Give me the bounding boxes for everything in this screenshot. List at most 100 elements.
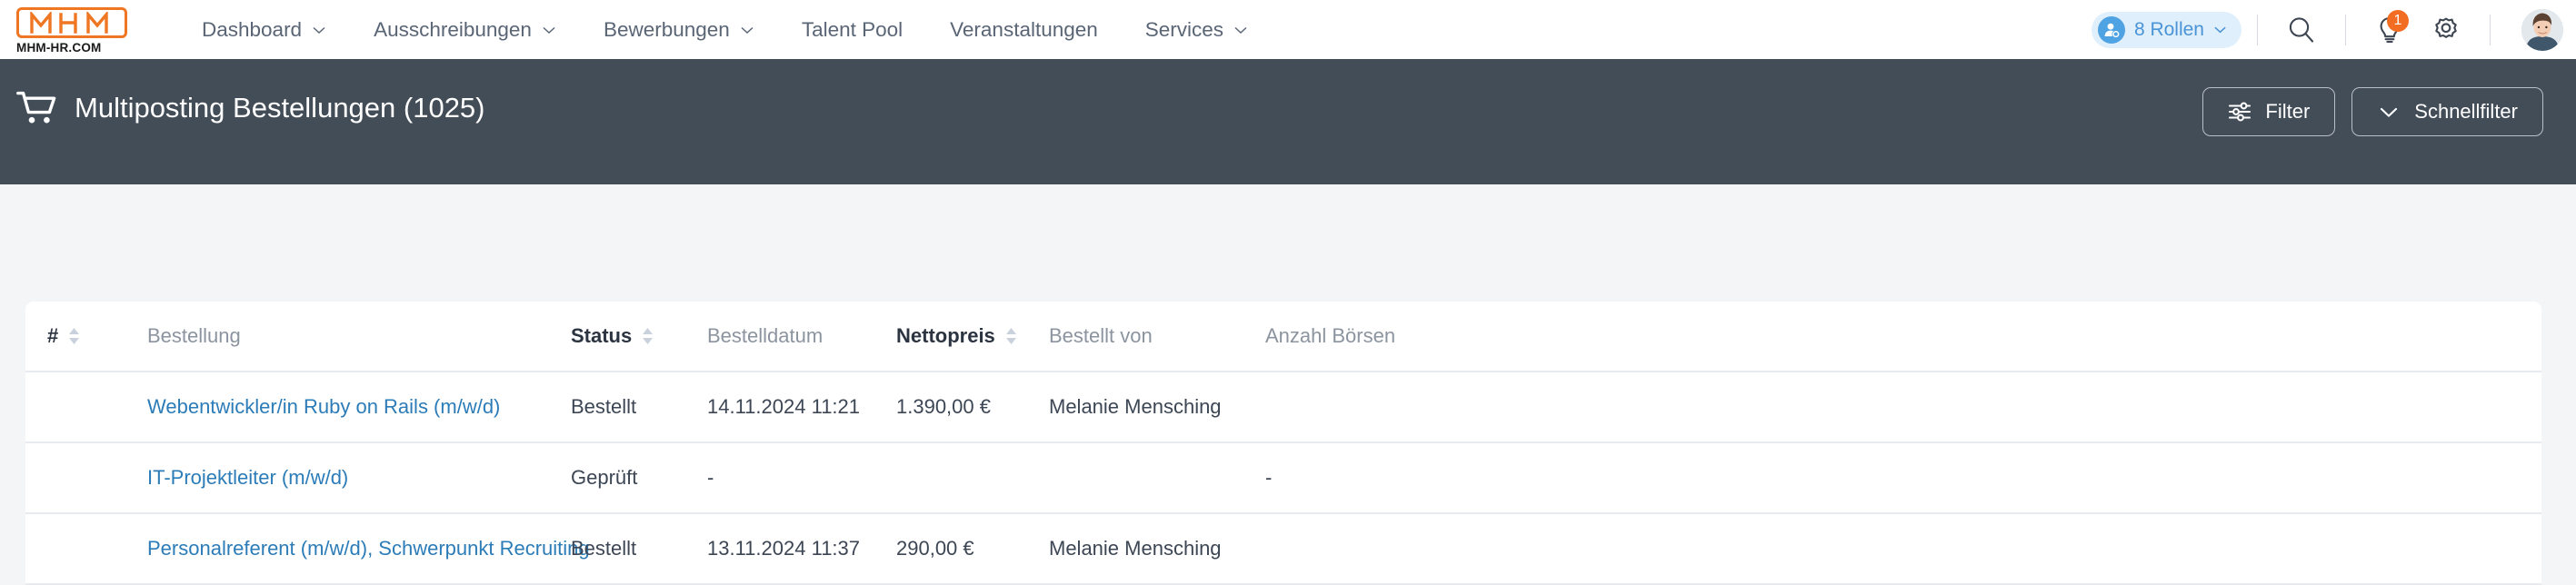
user-roles-icon: [2097, 15, 2125, 44]
avatar-photo-icon: [2521, 8, 2563, 51]
orders-table: # Bestellung Status Bestelldatum Nettopr…: [25, 302, 2541, 585]
column-header-nettopreis[interactable]: Nettopreis: [896, 302, 1049, 372]
column-header-label: Nettopreis: [896, 324, 995, 347]
chevron-down-icon: [313, 26, 325, 34]
cell-nettopreis: 1.390,00 €: [896, 372, 1049, 443]
search-icon: [2289, 16, 2314, 43]
nav-item-label: Ausschreibungen: [374, 17, 532, 41]
ideas-button[interactable]: 1: [2370, 9, 2410, 50]
nav-right-actions: 8 Rollen 1: [2091, 0, 2563, 59]
cell-nettopreis: 290,00 €: [896, 513, 1049, 585]
sort-arrows-icon: [69, 328, 80, 344]
brand-logo[interactable]: MHM-HR.COM: [16, 7, 129, 55]
cell-status: Bestellt: [571, 513, 707, 585]
column-header-label: #: [47, 324, 59, 347]
orders-table-card: # Bestellung Status Bestelldatum Nettopr…: [25, 302, 2541, 585]
column-header-anzahl-boersen[interactable]: Anzahl Börsen: [1265, 302, 1502, 372]
mhm-logo-mark: [16, 7, 127, 38]
nav-item-label: Services: [1144, 17, 1224, 41]
chevron-down-icon: [2214, 26, 2226, 34]
cell-number: [25, 372, 87, 443]
quickfilter-button[interactable]: Schnellfilter: [2351, 87, 2543, 136]
cell-status: Bestellt: [571, 372, 707, 443]
nav-item-bewerbungen[interactable]: Bewerbungen: [580, 0, 778, 59]
roles-selector[interactable]: 8 Rollen: [2091, 11, 2242, 48]
column-header-bestellung[interactable]: Bestellung: [87, 302, 571, 372]
cell-number: [25, 442, 87, 514]
settings-button[interactable]: [2426, 10, 2466, 50]
notification-badge: 1: [2387, 9, 2409, 32]
top-navigation-bar: MHM-HR.COM Dashboard Ausschreibungen Bew…: [0, 0, 2576, 59]
cell-nettopreis: [896, 442, 1049, 514]
primary-nav-links: Dashboard Ausschreibungen Bewerbungen Ta…: [178, 0, 1272, 59]
shopping-cart-icon: [16, 91, 56, 124]
user-avatar[interactable]: [2521, 8, 2563, 51]
cell-bestelldatum: 13.11.2024 11:37: [707, 513, 896, 585]
cell-bestellt-von: Melanie Mensching: [1049, 513, 1265, 585]
nav-item-talent-pool[interactable]: Talent Pool: [778, 0, 926, 59]
sort-arrows-icon: [1005, 328, 1016, 344]
filter-button[interactable]: Filter: [2202, 87, 2336, 136]
column-header-label: Bestelldatum: [707, 324, 824, 347]
divider: [2345, 14, 2346, 45]
column-header-label: Anzahl Börsen: [1265, 324, 1396, 347]
cell-bestellt-von: [1049, 442, 1265, 514]
chevron-down-icon: [741, 26, 754, 34]
cell-bestellt-von: Melanie Mensching: [1049, 372, 1265, 443]
cell-anzahl-boersen: [1265, 513, 1502, 585]
chevron-down-icon: [1234, 26, 1247, 34]
divider: [2490, 14, 2491, 45]
sort-arrows-icon: [643, 328, 654, 344]
table-header: # Bestellung Status Bestelldatum Nettopr…: [25, 302, 2541, 372]
roles-label: 8 Rollen: [2133, 18, 2204, 40]
cell-spacer: [1502, 442, 2541, 514]
gear-icon: [2435, 17, 2457, 38]
cell-number: [25, 513, 87, 585]
table-header-row: # Bestellung Status Bestelldatum Nettopr…: [25, 302, 2541, 372]
column-header-label: Status: [571, 324, 633, 347]
cell-bestelldatum: -: [707, 442, 896, 514]
table-row[interactable]: Webentwickler/in Ruby on Rails (m/w/d) B…: [25, 372, 2541, 443]
page-title: Multiposting Bestellungen (1025): [75, 92, 485, 124]
cell-bestellung[interactable]: Webentwickler/in Ruby on Rails (m/w/d): [87, 372, 571, 443]
page-title-bar: Multiposting Bestellungen (1025) Filter …: [0, 59, 2576, 184]
column-header-label: Bestellt von: [1049, 324, 1153, 347]
nav-item-services[interactable]: Services: [1122, 0, 1272, 59]
order-link[interactable]: Webentwickler/in Ruby on Rails (m/w/d): [147, 395, 500, 418]
column-header-bestellt-von[interactable]: Bestellt von: [1049, 302, 1265, 372]
nav-item-veranstaltungen[interactable]: Veranstaltungen: [926, 0, 1122, 59]
brand-tagline: MHM-HR.COM: [16, 41, 102, 55]
cell-bestellung[interactable]: Personalreferent (m/w/d), Schwerpunkt Re…: [87, 513, 590, 585]
column-header-number[interactable]: #: [25, 302, 87, 372]
mhm-logo-icon: [30, 12, 108, 34]
page-title-actions: Filter Schnellfilter: [2202, 87, 2543, 136]
filter-button-label: Filter: [2265, 100, 2311, 123]
divider: [2257, 14, 2258, 45]
nav-item-ausschreibungen[interactable]: Ausschreibungen: [350, 0, 580, 59]
nav-item-label: Talent Pool: [801, 17, 904, 41]
cell-anzahl-boersen: [1265, 372, 1502, 443]
order-link[interactable]: Personalreferent (m/w/d), Schwerpunkt Re…: [147, 537, 590, 560]
cell-bestelldatum: 14.11.2024 11:21: [707, 372, 896, 443]
cell-spacer: [1502, 372, 2541, 443]
page-title-group: Multiposting Bestellungen (1025): [16, 90, 485, 126]
search-button[interactable]: [2281, 10, 2321, 50]
cell-spacer: [1502, 513, 2541, 585]
cell-bestellung[interactable]: IT-Projektleiter (m/w/d): [87, 442, 571, 514]
table-row[interactable]: Personalreferent (m/w/d), Schwerpunkt Re…: [25, 513, 2541, 585]
column-header-bestelldatum[interactable]: Bestelldatum: [707, 302, 896, 372]
column-header-status[interactable]: Status: [571, 302, 707, 372]
sliders-icon: [2229, 102, 2252, 122]
column-header-spacer: [1502, 302, 2541, 372]
column-header-label: Bestellung: [147, 324, 241, 347]
quickfilter-button-label: Schnellfilter: [2414, 100, 2518, 123]
chevron-down-icon: [2381, 107, 2398, 117]
nav-item-label: Veranstaltungen: [950, 17, 1098, 41]
table-row[interactable]: IT-Projektleiter (m/w/d) Geprüft - -: [25, 442, 2541, 514]
order-link[interactable]: IT-Projektleiter (m/w/d): [147, 466, 348, 489]
nav-item-label: Bewerbungen: [603, 17, 730, 41]
chevron-down-icon: [543, 26, 555, 34]
nav-item-dashboard[interactable]: Dashboard: [178, 0, 350, 59]
cell-anzahl-boersen: -: [1265, 442, 1502, 514]
nav-item-label: Dashboard: [202, 17, 303, 41]
